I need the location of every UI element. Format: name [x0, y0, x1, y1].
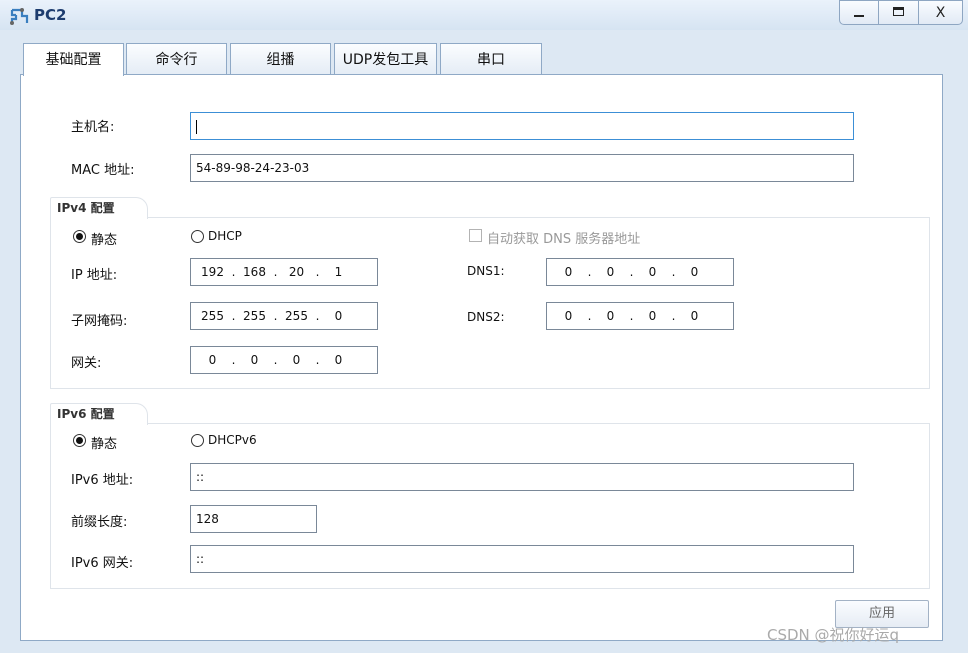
dns1-octet: 0	[690, 265, 699, 279]
subnet-mask-input[interactable]: 255. 255. 255. 0	[190, 302, 378, 330]
ipv6-static-radio[interactable]	[73, 434, 86, 447]
gateway-dot: .	[315, 353, 320, 367]
ip-octet: 168	[243, 265, 266, 279]
app-icon	[10, 8, 29, 25]
dns2-dot: .	[629, 309, 634, 323]
ipv6-dhcp-radio[interactable]	[191, 434, 204, 447]
ipv4-dhcp-label: DHCP	[208, 229, 242, 243]
watermark: CSDN @祝你好运q	[767, 626, 900, 644]
dns2-octet: 0	[606, 309, 615, 323]
minimize-button[interactable]	[839, 0, 879, 25]
ipv4-static-label: 静态	[91, 233, 118, 248]
ip-dot: .	[315, 265, 320, 279]
minimize-icon	[854, 15, 864, 17]
maximize-button[interactable]	[878, 0, 919, 25]
mask-dot: .	[315, 309, 320, 323]
gateway-octet: 0	[250, 353, 259, 367]
gateway-dot: .	[231, 353, 236, 367]
dns2-octet: 0	[648, 309, 657, 323]
gateway-octet: 0	[208, 353, 217, 367]
ipv6-group-title: IPv6 配置	[50, 403, 148, 425]
ipv4-dhcp-radio[interactable]	[191, 230, 204, 243]
mac-field[interactable]: 54-89-98-24-23-03	[190, 154, 854, 182]
auto-dns-checkbox[interactable]	[469, 229, 482, 242]
tab-basic-config[interactable]: 基础配置	[23, 43, 124, 76]
ip-octet: 20	[288, 265, 305, 279]
dns2-label: DNS2:	[467, 310, 505, 324]
gateway-dot: .	[273, 353, 278, 367]
ip-address-input[interactable]: 192. 168. 20. 1	[190, 258, 378, 286]
mask-octet: 255	[201, 309, 224, 323]
ip-label: IP 地址:	[71, 268, 118, 283]
dns2-octet: 0	[690, 309, 699, 323]
tab-command-line[interactable]: 命令行	[126, 43, 227, 75]
dns1-input[interactable]: 0. 0. 0. 0	[546, 258, 734, 286]
close-icon: X	[935, 5, 946, 21]
gateway-octet: 0	[334, 353, 343, 367]
mask-dot: .	[273, 309, 278, 323]
mac-label: MAC 地址:	[71, 163, 135, 178]
gateway-label: 网关:	[71, 356, 102, 371]
dns2-octet: 0	[564, 309, 573, 323]
ip-octet: 1	[334, 265, 343, 279]
ipv6-dhcp-label: DHCPv6	[208, 433, 257, 447]
tab-udp-tool[interactable]: UDP发包工具	[334, 43, 437, 75]
hostname-input[interactable]	[190, 112, 854, 140]
gateway-input[interactable]: 0. 0. 0. 0	[190, 346, 378, 374]
maximize-icon	[893, 7, 904, 16]
ipv6-address-input[interactable]: ::	[190, 463, 854, 491]
tab-multicast[interactable]: 组播	[230, 43, 331, 75]
mask-dot: .	[231, 309, 236, 323]
ip-octet: 192	[201, 265, 224, 279]
gateway-octet: 0	[292, 353, 301, 367]
dns1-octet: 0	[606, 265, 615, 279]
ipv4-static-radio[interactable]	[73, 230, 86, 243]
dns1-dot: .	[587, 265, 592, 279]
ip-dot: .	[231, 265, 236, 279]
ipv4-group-title: IPv4 配置	[50, 197, 148, 219]
close-button[interactable]: X	[918, 0, 963, 25]
window-title: PC2	[34, 6, 67, 24]
dns2-dot: .	[587, 309, 592, 323]
mask-octet: 255	[243, 309, 266, 323]
hostname-label: 主机名:	[71, 120, 115, 135]
ipv6-address-label: IPv6 地址:	[71, 473, 134, 488]
mask-octet: 255	[285, 309, 308, 323]
prefix-length-input[interactable]: 128	[190, 505, 317, 533]
dns1-octet: 0	[648, 265, 657, 279]
dns1-label: DNS1:	[467, 264, 505, 278]
mask-label: 子网掩码:	[71, 314, 128, 329]
ipv6-gateway-input[interactable]: ::	[190, 545, 854, 573]
auto-dns-label: 自动获取 DNS 服务器地址	[487, 232, 641, 247]
mask-octet: 0	[334, 309, 343, 323]
ipv6-gateway-label: IPv6 网关:	[71, 556, 134, 571]
ip-dot: .	[273, 265, 278, 279]
dns2-dot: .	[671, 309, 676, 323]
dns1-octet: 0	[564, 265, 573, 279]
ipv6-static-label: 静态	[91, 437, 118, 452]
tab-serial[interactable]: 串口	[440, 43, 542, 75]
title-bar: PC2 X	[0, 0, 968, 30]
dns2-input[interactable]: 0. 0. 0. 0	[546, 302, 734, 330]
dns1-dot: .	[671, 265, 676, 279]
text-caret	[196, 119, 197, 134]
dns1-dot: .	[629, 265, 634, 279]
prefix-length-label: 前缀长度:	[71, 515, 128, 530]
